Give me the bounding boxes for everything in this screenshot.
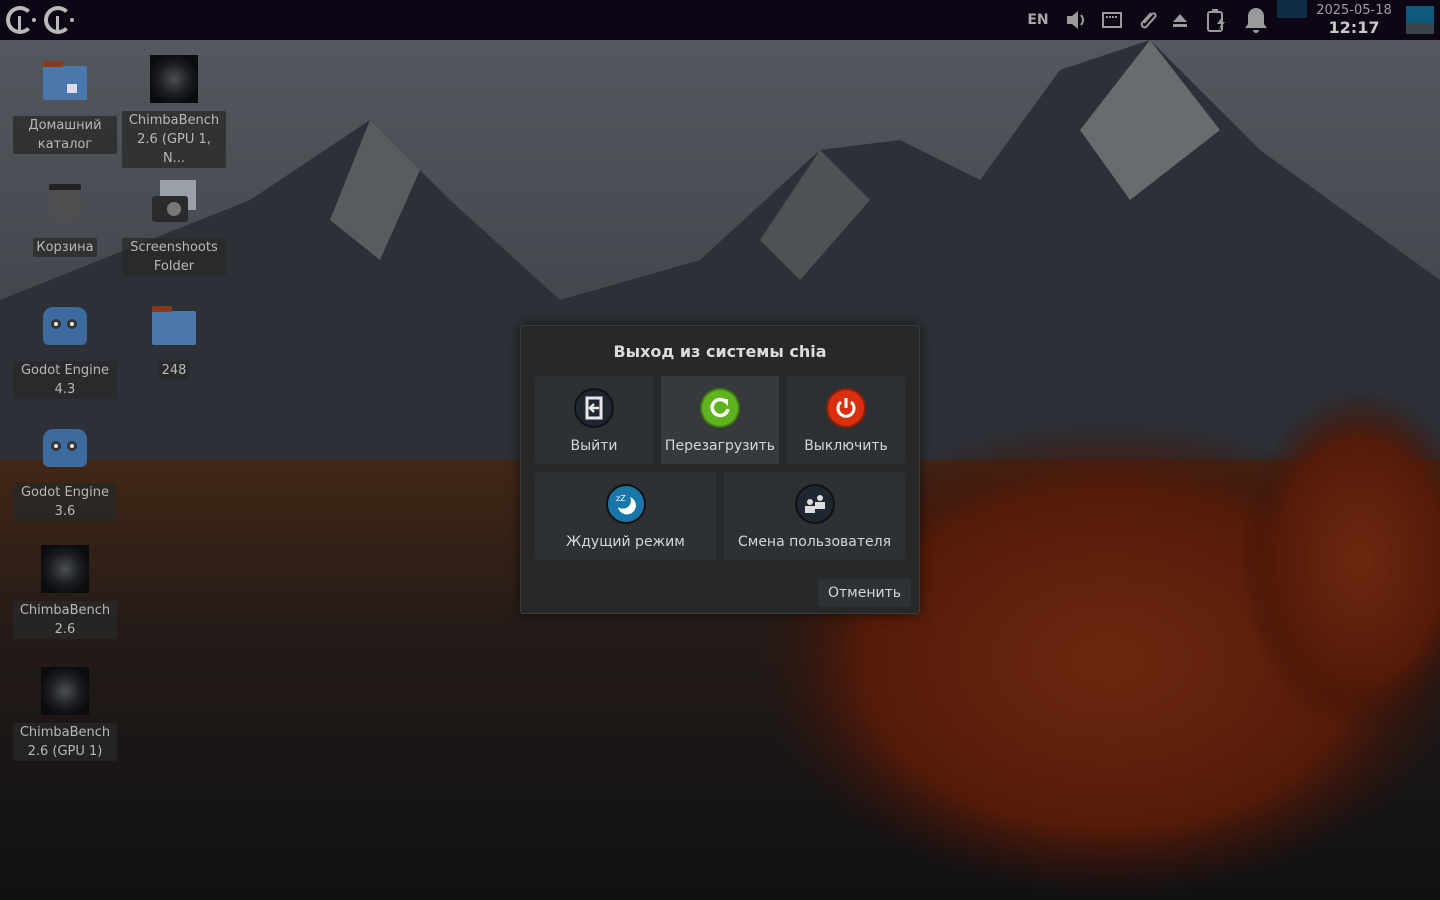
show-desktop-button[interactable]: [1406, 6, 1434, 34]
desktop-icon-godot-4-3[interactable]: Godot Engine 4.3: [10, 303, 120, 399]
logout-icon: [574, 388, 614, 428]
home-folder-icon: [41, 58, 89, 106]
cancel-button[interactable]: Отменить: [818, 579, 911, 607]
desktop-icon-screenshoots-folder[interactable]: Screenshoots Folder: [119, 180, 229, 276]
desktop-icon-248[interactable]: 248: [119, 303, 229, 380]
menu-logo-icon[interactable]: [44, 6, 74, 34]
chimbabench-icon: [41, 667, 89, 715]
logout-button[interactable]: Выйти: [535, 376, 653, 464]
godot-icon: [41, 303, 89, 351]
clipboard-paperclip-icon[interactable]: [1136, 0, 1158, 40]
network-icon[interactable]: [1100, 0, 1124, 40]
chimbabench-icon: [41, 545, 89, 593]
power-icon: [826, 388, 866, 428]
notification-bell-icon[interactable]: [1240, 0, 1272, 40]
desktop-icon-home[interactable]: Домашний каталог: [10, 58, 120, 154]
godot-icon: [41, 425, 89, 473]
reboot-icon: [700, 388, 740, 428]
desktop-icon-trash[interactable]: Корзина: [10, 180, 120, 257]
clock-time: 12:17: [1328, 18, 1380, 37]
switch-user-icon: [794, 484, 835, 524]
clock-date: 2025-05-18: [1316, 3, 1392, 18]
chimbabench-icon: [150, 55, 198, 103]
dialog-title: Выход из системы chia: [613, 342, 827, 361]
desktop-icon-chimbabench-2-6[interactable]: ChimbaBench 2.6: [10, 545, 120, 639]
trash-icon: [41, 180, 89, 228]
folder-icon: [150, 303, 198, 351]
desktop-icon-godot-3-6[interactable]: Godot Engine 3.6: [10, 425, 120, 521]
suspend-button[interactable]: zZ Ждущий режим: [535, 472, 716, 560]
eject-icon[interactable]: [1170, 0, 1190, 40]
menu-logo-icon[interactable]: [6, 6, 36, 34]
desktop-icon-chimbabench-gpu1[interactable]: ChimbaBench 2.6 (GPU 1): [10, 667, 120, 761]
desktop-icon-chimbabench-gpu1-n[interactable]: ChimbaBench 2.6 (GPU 1, N...: [119, 55, 229, 168]
volume-icon[interactable]: [1064, 0, 1090, 40]
shutdown-button[interactable]: Выключить: [787, 376, 905, 464]
logout-dialog: Выход из системы chia Выйти Перезагрузит…: [520, 325, 920, 614]
workspace-indicator[interactable]: [1277, 0, 1307, 18]
top-panel: EN 2025-05-18 12:17: [0, 0, 1440, 40]
switch-user-button[interactable]: Смена пользователя: [724, 472, 905, 560]
svg-text:zZ: zZ: [616, 494, 626, 503]
camera-icon: [150, 180, 198, 228]
suspend-icon: zZ: [605, 484, 646, 524]
clock[interactable]: 2025-05-18 12:17: [1310, 3, 1398, 37]
battery-charging-icon[interactable]: [1204, 0, 1230, 40]
reboot-button[interactable]: Перезагрузить: [661, 376, 779, 464]
keyboard-layout-indicator[interactable]: EN: [1026, 0, 1050, 40]
